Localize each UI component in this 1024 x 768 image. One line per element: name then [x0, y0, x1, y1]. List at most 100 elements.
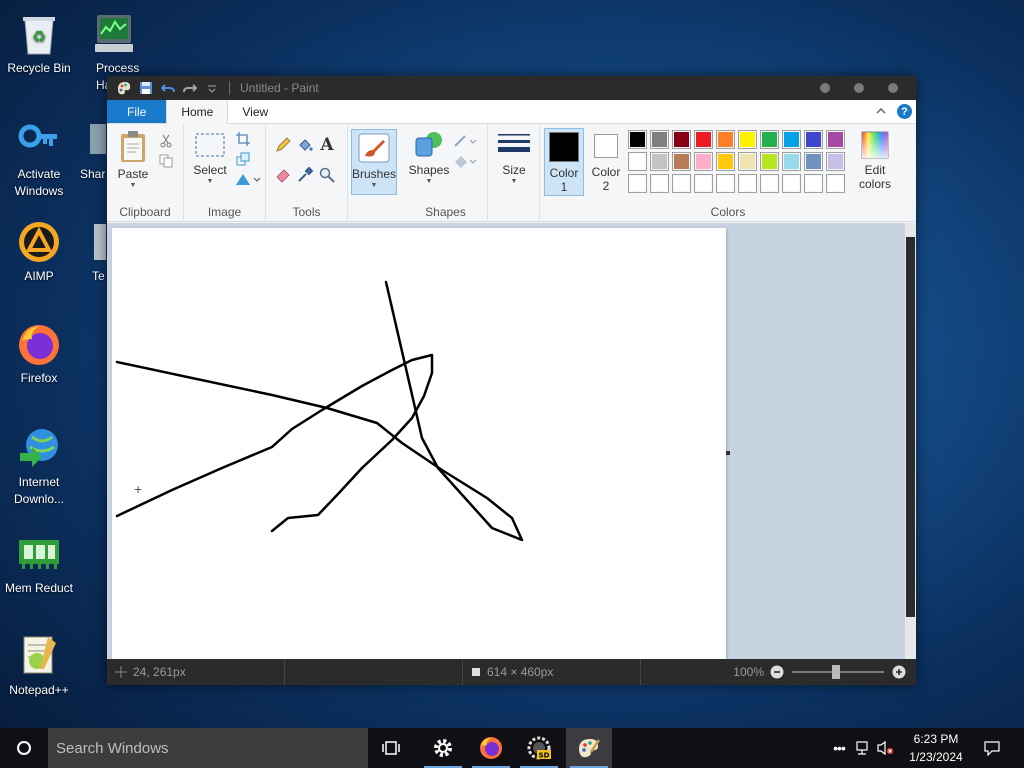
- desktop-icon-mem-reduct[interactable]: Mem Reduct: [0, 530, 78, 597]
- customize-toolbar-icon[interactable]: [201, 77, 223, 99]
- tab-file[interactable]: File: [107, 100, 167, 123]
- palette-swatch[interactable]: [782, 152, 801, 171]
- palette-swatch[interactable]: [826, 152, 845, 171]
- palette-swatch[interactable]: [826, 174, 845, 193]
- taskbar-settings[interactable]: [420, 728, 466, 768]
- palette-swatch[interactable]: [672, 174, 691, 193]
- tab-home[interactable]: Home: [166, 100, 229, 124]
- palette-swatch[interactable]: [826, 130, 845, 149]
- desktop-icon-activate-windows[interactable]: Activate Windows: [0, 116, 78, 200]
- zoom-slider-thumb[interactable]: [832, 665, 840, 679]
- cut-icon[interactable]: [157, 132, 175, 150]
- color2-button[interactable]: Color 2: [588, 128, 624, 196]
- search-box[interactable]: Search Windows: [48, 728, 368, 768]
- palette-swatch[interactable]: [804, 174, 823, 193]
- chevron-down-icon: ▼: [206, 178, 214, 185]
- palette-swatch[interactable]: [650, 152, 669, 171]
- copy-icon[interactable]: [157, 152, 175, 170]
- palette-swatch[interactable]: [738, 152, 757, 171]
- shapes-icon: [415, 132, 442, 157]
- paste-button[interactable]: Paste ▼: [115, 130, 151, 190]
- color1-button[interactable]: Color 1: [544, 128, 584, 196]
- palette-swatch[interactable]: [738, 174, 757, 193]
- shapes-button[interactable]: Shapes ▼: [408, 130, 450, 186]
- crop-icon[interactable]: [234, 130, 252, 148]
- outline-icon[interactable]: [452, 132, 478, 150]
- taskbar-sd-app[interactable]: SD: [516, 728, 562, 768]
- palette-swatch[interactable]: [804, 152, 823, 171]
- desktop-icon-firefox[interactable]: Firefox: [0, 320, 78, 387]
- palette-swatch[interactable]: [804, 130, 823, 149]
- canvas-size-icon: [472, 668, 480, 676]
- volume-muted-icon[interactable]: [874, 728, 896, 768]
- palette-swatch[interactable]: [716, 152, 735, 171]
- palette-swatch[interactable]: [650, 130, 669, 149]
- start-button[interactable]: [0, 728, 48, 768]
- close-button[interactable]: [888, 83, 898, 93]
- network-icon[interactable]: [852, 728, 874, 768]
- zoom-in-icon[interactable]: [892, 665, 906, 679]
- title-bar: Untitled - Paint: [107, 76, 916, 100]
- maximize-button[interactable]: [854, 83, 864, 93]
- fill-icon[interactable]: [452, 152, 478, 170]
- palette-swatch[interactable]: [716, 130, 735, 149]
- minimize-button[interactable]: [820, 83, 830, 93]
- redo-icon[interactable]: [179, 77, 201, 99]
- eraser-icon[interactable]: [274, 166, 292, 184]
- palette-swatch[interactable]: [628, 174, 647, 193]
- palette-swatch[interactable]: [694, 174, 713, 193]
- palette-swatch[interactable]: [650, 174, 669, 193]
- desktop-icon-label: Internet Downlo...: [13, 475, 65, 506]
- palette-swatch[interactable]: [738, 130, 757, 149]
- desktop-icon-notepad-plus-plus[interactable]: Notepad++: [0, 632, 78, 699]
- help-button[interactable]: ?: [897, 104, 912, 119]
- palette-swatch[interactable]: [760, 174, 779, 193]
- firefox-icon: [480, 737, 502, 759]
- notifications-icon[interactable]: [978, 728, 1006, 768]
- task-view-button[interactable]: [368, 728, 414, 768]
- vertical-scrollbar[interactable]: [904, 223, 916, 659]
- palette-swatch[interactable]: [694, 130, 713, 149]
- scrollbar-thumb[interactable]: [906, 237, 915, 617]
- rotate-icon[interactable]: [234, 170, 262, 188]
- palette-swatch[interactable]: [694, 152, 713, 171]
- palette-swatch[interactable]: [760, 152, 779, 171]
- desktop-icon-share[interactable]: Shar: [78, 116, 108, 183]
- palette-swatch[interactable]: [672, 152, 691, 171]
- taskbar-paint[interactable]: [566, 728, 612, 768]
- palette-swatch[interactable]: [760, 130, 779, 149]
- text-icon[interactable]: A: [318, 135, 336, 155]
- edit-colors-button[interactable]: Edit colors: [852, 130, 898, 191]
- zoom-out-icon[interactable]: [770, 665, 784, 679]
- fill-bucket-icon[interactable]: [296, 136, 314, 154]
- resize-icon[interactable]: [234, 150, 252, 168]
- size-button[interactable]: Size ▼: [494, 130, 534, 186]
- desktop-icon-internet-download[interactable]: Internet Downlo...: [0, 424, 78, 508]
- brushes-button[interactable]: Brushes ▼: [351, 129, 397, 195]
- palette-swatch[interactable]: [782, 130, 801, 149]
- show-hidden-icons[interactable]: •••: [828, 728, 850, 768]
- zoom-slider[interactable]: [792, 665, 884, 679]
- collapse-ribbon-icon[interactable]: [875, 105, 887, 119]
- magnifier-icon[interactable]: [318, 166, 336, 184]
- canvas-resize-handle[interactable]: [726, 451, 730, 455]
- palette-swatch[interactable]: [672, 130, 691, 149]
- palette-swatch[interactable]: [628, 152, 647, 171]
- save-icon[interactable]: [135, 77, 157, 99]
- taskbar-firefox[interactable]: [468, 728, 514, 768]
- undo-icon[interactable]: [157, 77, 179, 99]
- select-button[interactable]: Select ▼: [190, 130, 230, 186]
- tab-view[interactable]: View: [228, 100, 282, 123]
- pencil-icon[interactable]: [274, 136, 292, 154]
- system-clock[interactable]: 6:23 PM 1/23/2024: [898, 730, 974, 766]
- desktop-icon-aimp[interactable]: AIMP: [0, 218, 78, 285]
- paint-app-icon[interactable]: [113, 77, 135, 99]
- desktop-icon-recycle-bin[interactable]: ♻ Recycle Bin: [0, 10, 78, 77]
- palette-swatch[interactable]: [782, 174, 801, 193]
- color-picker-icon[interactable]: [296, 166, 314, 184]
- palette-swatch[interactable]: [716, 174, 735, 193]
- palette-swatch[interactable]: [628, 130, 647, 149]
- drawing-canvas[interactable]: +: [112, 228, 726, 659]
- desktop-icon-te[interactable]: Te: [78, 218, 108, 285]
- quick-access-toolbar: [107, 76, 236, 100]
